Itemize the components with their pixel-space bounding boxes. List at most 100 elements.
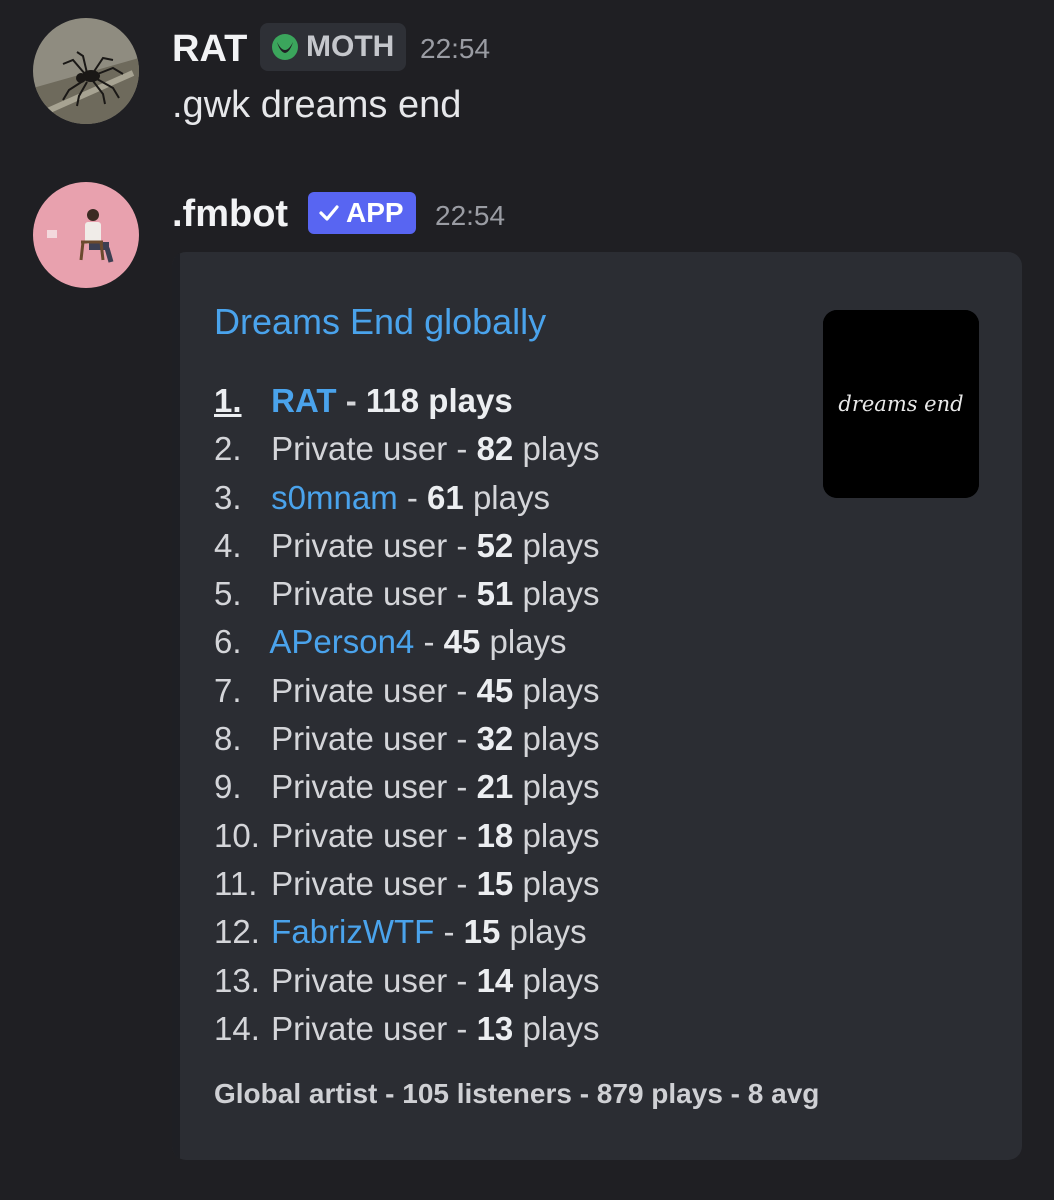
user-name: Private user (271, 671, 448, 709)
timestamp: 22:54 (435, 200, 506, 231)
separator: - (447, 720, 477, 758)
user-link[interactable]: s0mnam (271, 479, 398, 516)
embed-card: Dreams End globally dreams end 1. RAT - … (172, 252, 1022, 1160)
separator: - (447, 768, 477, 806)
play-count: 51 (476, 575, 514, 613)
leaderboard-row: 2. Private user - 82 plays (214, 428, 600, 476)
rank-number: 1. (214, 382, 242, 419)
user-link[interactable]: RAT (271, 382, 336, 419)
play-count: 32 (476, 720, 514, 758)
avatar-fmbot[interactable] (33, 182, 139, 288)
album-art-image: dreams end (823, 310, 979, 498)
play-count: 15 (476, 864, 514, 902)
leaderboard-row: 8. Private user - 32 plays (214, 718, 600, 766)
separator: - (447, 816, 477, 854)
play-unit: plays (428, 382, 513, 419)
leaderboard-row: 11. Private user - 15 plays (214, 863, 600, 911)
separator: - (447, 1009, 477, 1047)
avatar-rat[interactable] (33, 18, 139, 124)
rank-number: 12. (214, 913, 260, 951)
leaderboard-row: 7. Private user - 45 plays (214, 670, 600, 718)
user-name: Private user (271, 526, 448, 564)
rank-number: 6. (214, 623, 242, 661)
rank-number: 13. (214, 961, 260, 999)
play-count: 15 (463, 913, 501, 951)
separator: - (447, 864, 477, 902)
rank-number: 7. (214, 671, 242, 709)
server-tag[interactable]: MOTH (260, 23, 407, 71)
leaderboard-row: 1. RAT - 118 plays (214, 380, 600, 428)
app-badge-label: APP (346, 197, 404, 228)
play-unit: plays (509, 913, 587, 951)
username-fmbot[interactable]: .fmbot (172, 195, 288, 233)
rank-number: 14. (214, 1009, 260, 1047)
user-name: Private user (271, 430, 448, 468)
play-unit: plays (522, 575, 600, 613)
leaderboard-row: 10. Private user - 18 plays (214, 815, 600, 863)
leaderboard-row: 5. Private user - 51 plays (214, 573, 600, 621)
separator: - (414, 623, 444, 661)
embed-footer: Global artist - 105 listeners - 879 play… (214, 1078, 820, 1109)
rank-number: 5. (214, 575, 242, 613)
play-unit: plays (522, 816, 600, 854)
play-count: 118 (365, 382, 420, 419)
play-unit: plays (522, 1009, 600, 1047)
user-name: Private user (271, 864, 448, 902)
separator: - (336, 382, 366, 419)
separator: - (434, 913, 464, 951)
moth-tag-icon (272, 34, 298, 60)
play-unit: plays (522, 430, 600, 468)
separator: - (397, 478, 428, 516)
rank-number: 3. (214, 478, 242, 516)
play-count: 45 (443, 623, 481, 661)
leaderboard-row: 12. FabrizWTF - 15 plays (214, 911, 600, 959)
bot-avatar-icon (33, 182, 139, 288)
spider-avatar-icon (33, 18, 139, 124)
user-link[interactable]: FabrizWTF (271, 913, 434, 950)
timestamp: 22:54 (420, 33, 491, 64)
message-content: .gwk dreams end (172, 84, 462, 126)
play-unit: plays (522, 961, 600, 999)
leaderboard-list: 1. RAT - 118 plays 2. Private user - 82 p… (214, 380, 600, 1056)
separator: - (447, 575, 477, 613)
user-name: Private user (271, 961, 448, 999)
play-count: 52 (476, 526, 514, 564)
user-name: Private user (271, 720, 448, 758)
separator: - (447, 526, 477, 564)
rank-number: 10. (214, 816, 260, 854)
rank-number: 4. (214, 526, 242, 564)
separator: - (447, 430, 477, 468)
embed-title[interactable]: Dreams End globally (214, 304, 546, 340)
rank-number: 8. (214, 720, 242, 758)
play-unit: plays (472, 478, 550, 516)
play-count: 82 (476, 430, 514, 468)
album-thumbnail[interactable]: dreams end (823, 310, 979, 498)
app-badge: APP (308, 192, 416, 234)
rank-number: 9. (214, 768, 242, 806)
leaderboard-row: 3. s0mnam - 61 plays (214, 477, 600, 525)
user-name: Private user (271, 1009, 448, 1047)
username-rat[interactable]: RAT (172, 30, 247, 68)
play-unit: plays (522, 526, 600, 564)
play-unit: plays (522, 720, 600, 758)
leaderboard-row: 4. Private user - 52 plays (214, 525, 600, 573)
rank-number: 2. (214, 430, 242, 468)
leaderboard-row: 6. APerson4 - 45 plays (214, 621, 600, 669)
user-name: Private user (271, 768, 448, 806)
user-name: Private user (271, 816, 448, 854)
play-count: 18 (476, 816, 514, 854)
tag-label: MOTH (306, 30, 395, 63)
check-icon (319, 205, 339, 221)
rank-number: 11. (214, 864, 258, 902)
play-count: 61 (427, 478, 464, 516)
separator: - (447, 671, 477, 709)
user-link[interactable]: APerson4 (269, 623, 414, 660)
user-name: Private user (271, 575, 448, 613)
play-count: 14 (476, 961, 514, 999)
embed-accent-bar (172, 252, 180, 1160)
play-count: 45 (476, 671, 514, 709)
leaderboard-row: 9. Private user - 21 plays (214, 766, 600, 814)
play-count: 13 (476, 1009, 514, 1047)
thumbnail-text: dreams end (838, 392, 963, 416)
leaderboard-row: 14. Private user - 13 plays (214, 1008, 600, 1056)
